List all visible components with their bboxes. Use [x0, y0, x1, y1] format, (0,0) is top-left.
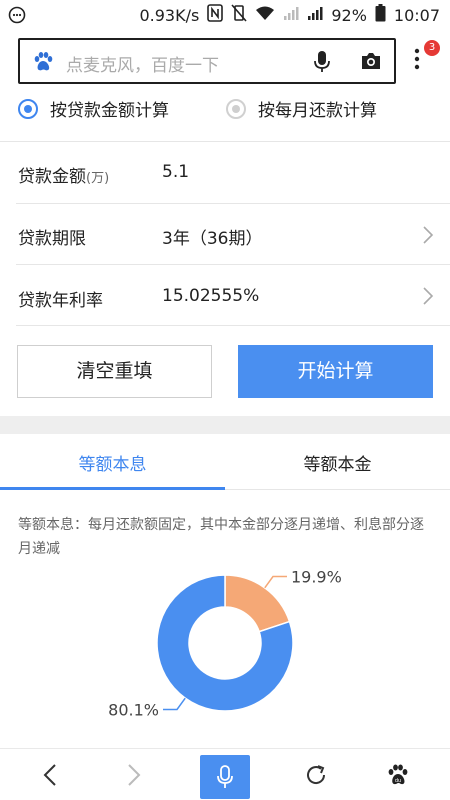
notification-badge: 3: [424, 40, 440, 56]
loan-amount-input[interactable]: 5.1: [162, 162, 189, 182]
svg-text:du: du: [395, 778, 401, 784]
radio-by-monthly-payment[interactable]: 按每月还款计算: [226, 96, 377, 121]
loan-term-label: 贷款期限: [18, 229, 86, 249]
loan-term-select[interactable]: 3年（36期）: [162, 224, 262, 249]
notification-icon: [8, 6, 26, 28]
microphone-icon: [200, 755, 250, 799]
tab-equal-installment[interactable]: 等额本息: [0, 450, 225, 475]
baidu-paw-icon: [32, 51, 54, 77]
more-menu-icon[interactable]: [414, 48, 420, 74]
vibrate-off-icon: [231, 4, 247, 26]
donut-slice-label: 19.9%: [291, 568, 342, 587]
nfc-icon: [207, 4, 224, 26]
repayment-donut-chart: 19.9% 80.1%: [108, 568, 342, 720]
donut-slice-label: 80.1%: [108, 700, 159, 719]
divider: [0, 141, 450, 142]
clock: 10:07: [393, 5, 440, 25]
donut-leader-line: [163, 697, 186, 711]
loan-amount-label: 贷款金额(万): [18, 167, 110, 187]
divider: [16, 325, 450, 326]
divider: [16, 264, 450, 265]
wifi-icon: [255, 5, 275, 25]
app-root: 0.93K/s 92% 10:07 点麦克风，百度一下 3 按贷款金额计算 按每…: [0, 0, 450, 800]
active-tab-indicator: [0, 487, 225, 490]
chevron-right-icon[interactable]: [422, 225, 434, 249]
divider: [16, 203, 450, 204]
voice-search-icon[interactable]: [312, 50, 332, 78]
clear-button[interactable]: 清空重填: [17, 345, 212, 398]
signal-icon-1: [283, 5, 299, 25]
radio-label: 按贷款金额计算: [50, 101, 169, 121]
tab-equal-principal[interactable]: 等额本金: [225, 450, 450, 475]
camera-search-icon[interactable]: [360, 51, 382, 75]
refresh-icon[interactable]: [296, 749, 336, 800]
section-separator: [0, 416, 450, 434]
unit-label: (万): [86, 171, 110, 186]
battery-icon: [375, 4, 386, 26]
start-calculate-button[interactable]: 开始计算: [238, 345, 433, 398]
radio-by-loan-amount[interactable]: 按贷款金额计算: [18, 96, 169, 121]
bottom-navigation: du: [0, 748, 450, 800]
network-speed: 0.93K/s: [139, 5, 200, 25]
radio-selected-icon: [18, 98, 38, 119]
forward-icon[interactable]: [114, 749, 154, 800]
method-description: 等额本息：每月还款额固定，其中本金部分逐月递增、利息部分逐月递减: [18, 517, 424, 557]
search-placeholder: 点麦克风，百度一下: [66, 56, 219, 76]
voice-button[interactable]: [200, 749, 250, 800]
loan-rate-label: 贷款年利率: [18, 291, 103, 311]
search-bar[interactable]: 点麦克风，百度一下: [18, 38, 396, 84]
baidu-home-icon[interactable]: du: [378, 749, 418, 800]
back-icon[interactable]: [30, 749, 70, 800]
loan-rate-select[interactable]: 15.02555%: [162, 286, 259, 306]
donut-slice-minor: [224, 574, 291, 633]
chevron-right-icon[interactable]: [422, 286, 434, 310]
signal-icon-2: [307, 5, 323, 25]
radio-label: 按每月还款计算: [258, 101, 377, 121]
radio-unselected-icon: [226, 98, 246, 119]
donut-leader-line: [264, 575, 287, 589]
status-bar: 0.93K/s 92% 10:07: [0, 0, 450, 30]
battery-percent: 92%: [331, 5, 367, 25]
